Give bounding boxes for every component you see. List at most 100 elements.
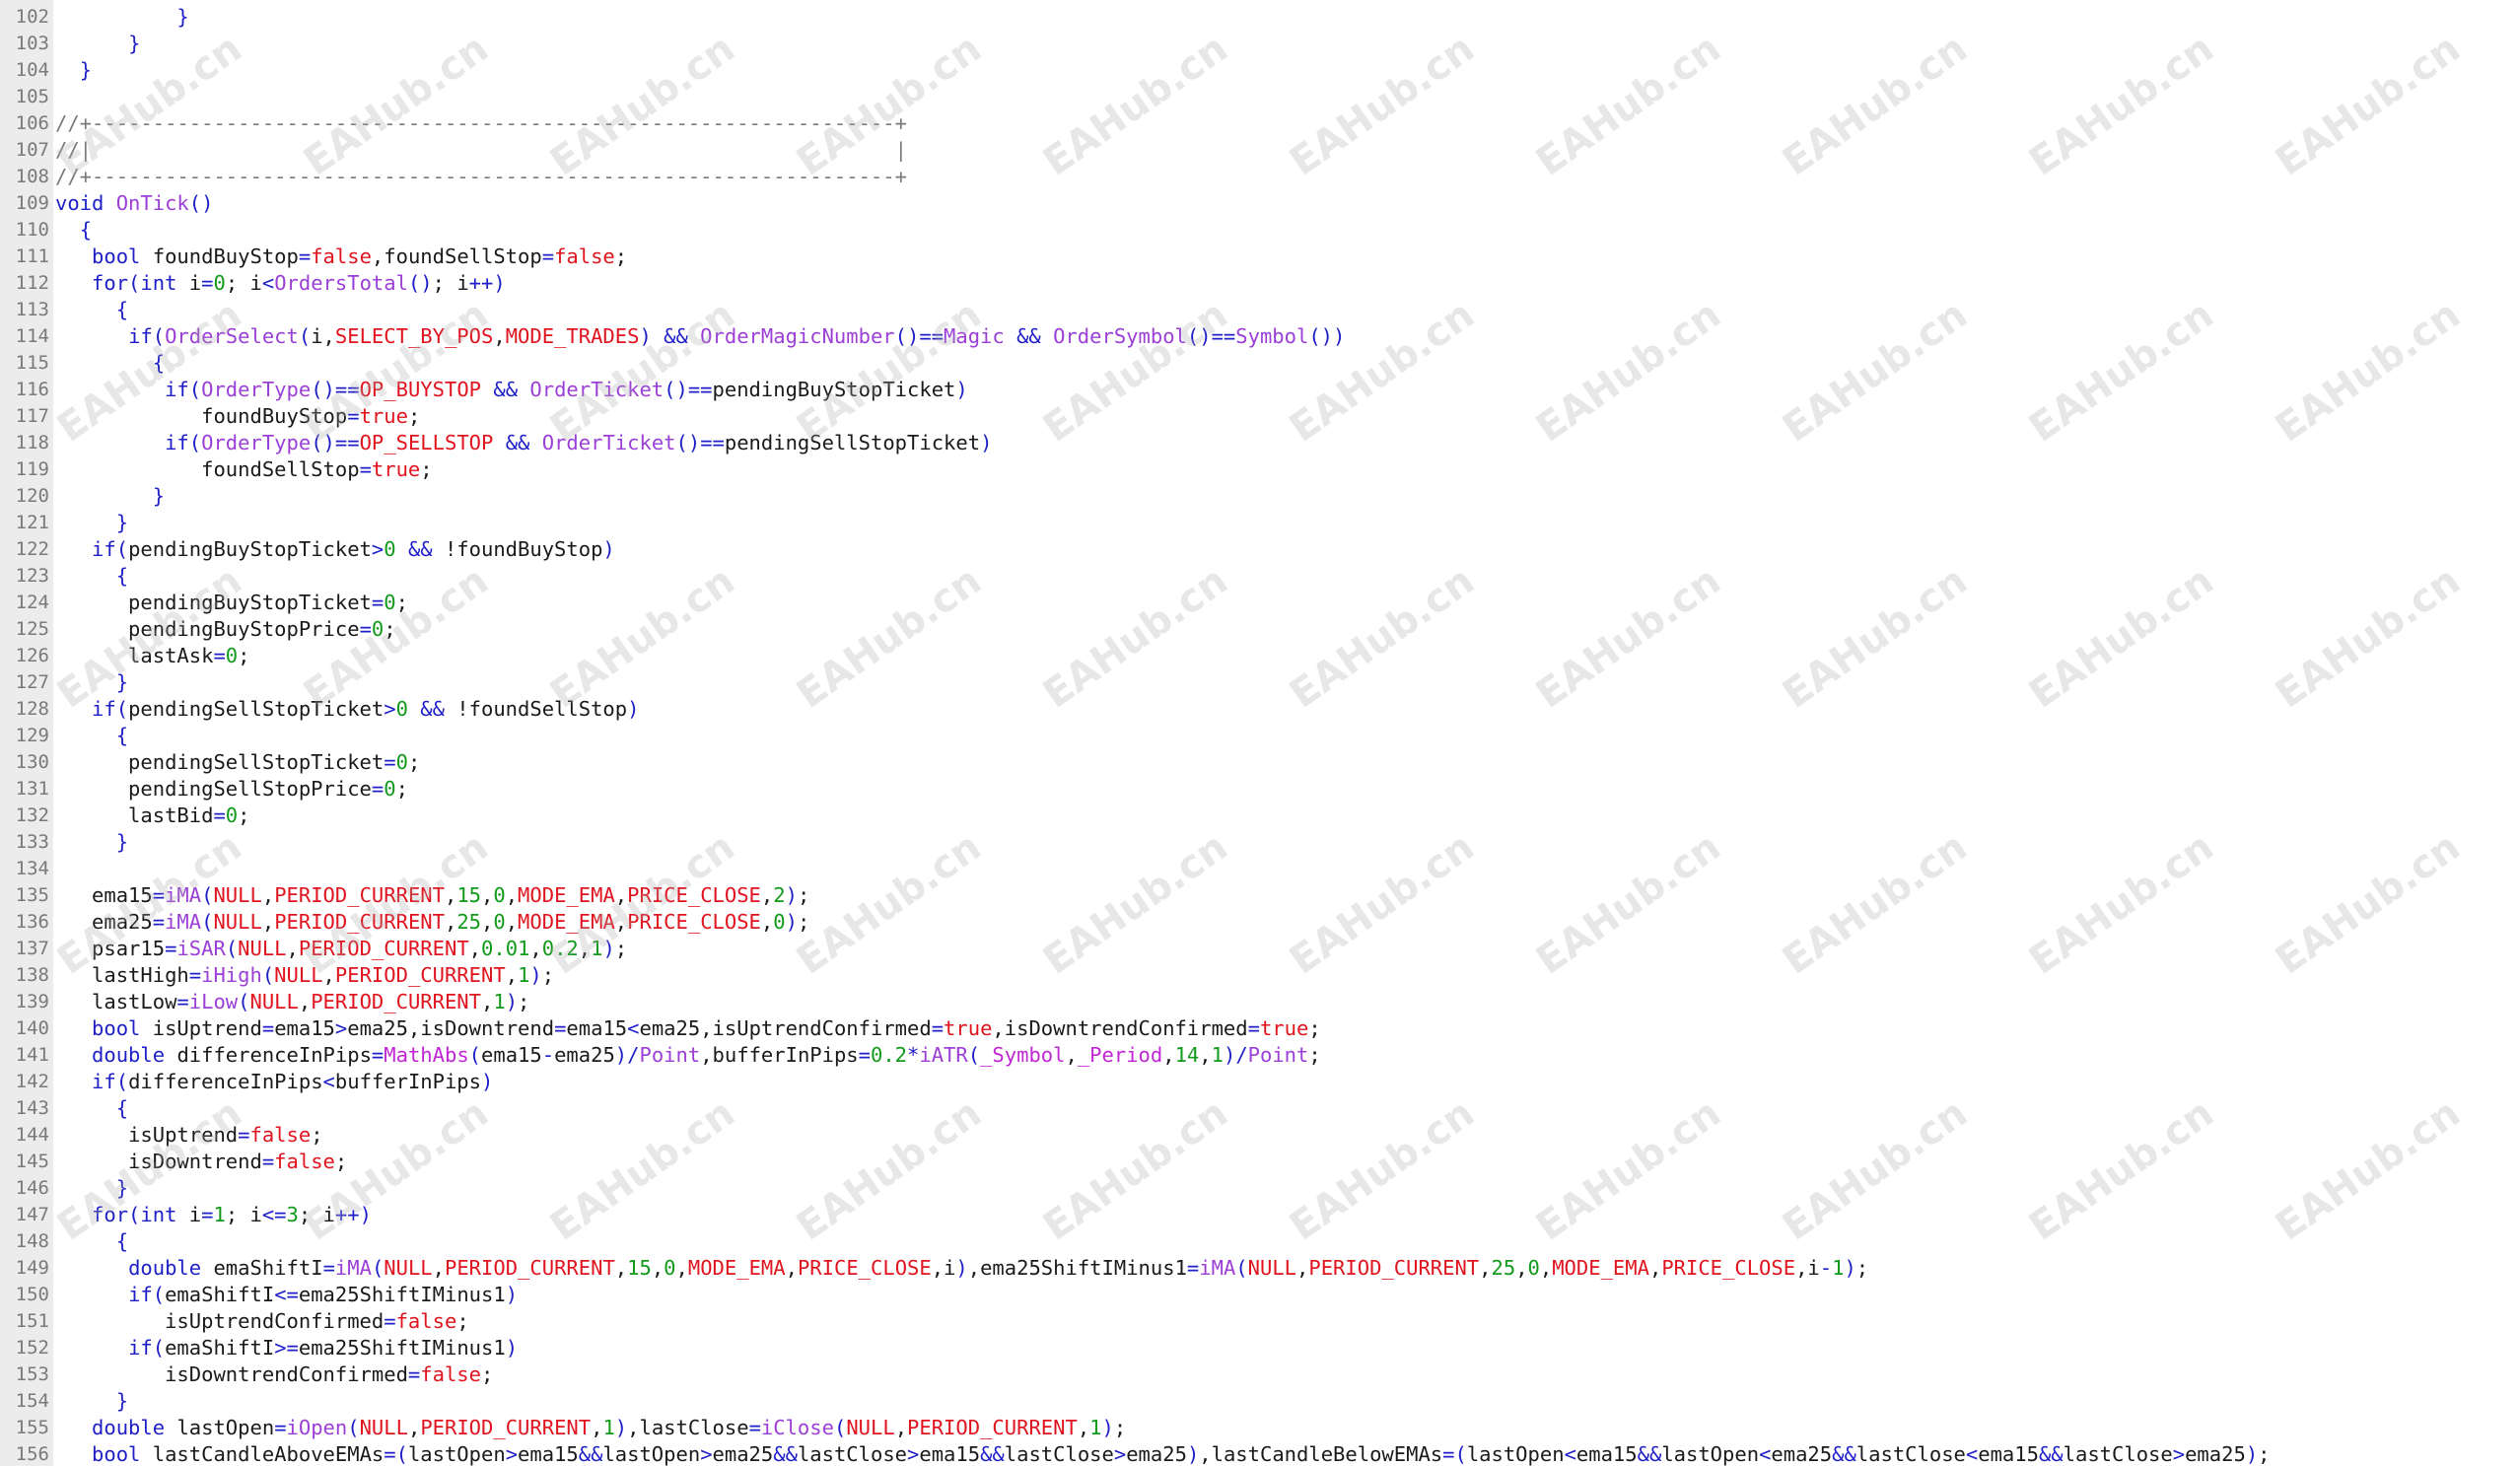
line-number: 106 xyxy=(15,112,49,134)
code-token: 15 xyxy=(627,1256,652,1280)
code-line[interactable]: 108 //+----------------------------------… xyxy=(0,164,2520,190)
code-line[interactable]: 103 } xyxy=(0,31,2520,57)
code-line[interactable]: 110 { xyxy=(0,217,2520,244)
code-line[interactable]: 150 if(emaShiftI<=ema25ShiftIMinus1) xyxy=(0,1282,2520,1308)
code-line[interactable]: 105 xyxy=(0,84,2520,110)
code-line[interactable]: 129 { xyxy=(0,723,2520,749)
code-token: ,foundSellStop xyxy=(371,244,542,268)
code-text: if(emaShiftI>=ema25ShiftIMinus1) xyxy=(53,1335,518,1361)
code-token: iMA xyxy=(165,883,202,907)
code-line[interactable]: 128 if(pendingSellStopTicket>0 && !found… xyxy=(0,696,2520,723)
line-number: 105 xyxy=(15,86,49,107)
code-token: ema15 xyxy=(919,1442,981,1466)
code-token: OrderTicket xyxy=(541,431,676,454)
code-line[interactable]: 104 } xyxy=(0,57,2520,84)
code-line[interactable]: 137 psar15=iSAR(NULL,PERIOD_CURRENT,0.01… xyxy=(0,936,2520,962)
code-line[interactable]: 149 double emaShiftI=iMA(NULL,PERIOD_CUR… xyxy=(0,1255,2520,1282)
code-token: true xyxy=(944,1016,993,1040)
code-token: = xyxy=(238,1123,250,1147)
code-token: < xyxy=(1759,1442,1772,1466)
code-token: Point xyxy=(639,1043,701,1067)
code-token: PERIOD_CURRENT xyxy=(274,883,445,907)
code-line[interactable]: 141 double differenceInPips=MathAbs(ema1… xyxy=(0,1042,2520,1069)
code-line[interactable]: 117 foundBuyStop=true; xyxy=(0,403,2520,430)
code-token: if( xyxy=(92,1070,129,1093)
code-token: if( xyxy=(165,378,202,401)
code-line[interactable]: 147 for(int i=1; i<=3; i++) xyxy=(0,1202,2520,1228)
code-token: ( xyxy=(371,1256,385,1280)
code-line[interactable]: 120 } xyxy=(0,483,2520,510)
code-line[interactable]: 124 pendingBuyStopTicket=0; xyxy=(0,590,2520,616)
code-token: ) xyxy=(955,378,968,401)
code-line[interactable]: 112 for(int i=0; i<OrdersTotal(); i++) xyxy=(0,270,2520,297)
line-number: 136 xyxy=(15,911,49,933)
code-line[interactable]: 113 { xyxy=(0,297,2520,323)
code-line[interactable]: 148 { xyxy=(0,1228,2520,1255)
code-line[interactable]: 122 if(pendingBuyStopTicket>0 && !foundB… xyxy=(0,536,2520,563)
code-line[interactable]: 134 xyxy=(0,856,2520,882)
line-number: 110 xyxy=(15,219,49,241)
code-token: if( xyxy=(128,1283,166,1306)
code-token: ema25 xyxy=(2185,1442,2246,1466)
code-line[interactable]: 123 { xyxy=(0,563,2520,590)
code-line[interactable]: 138 lastHigh=iHigh(NULL,PERIOD_CURRENT,1… xyxy=(0,962,2520,989)
code-line[interactable]: 151 isUptrendConfirmed=false; xyxy=(0,1308,2520,1335)
code-line[interactable]: 127 } xyxy=(0,669,2520,696)
code-view[interactable]: 102 } 103 } 104 } 105 106//+----------------… xyxy=(0,0,2520,1466)
code-token: ) xyxy=(785,883,798,907)
code-line[interactable]: 139 lastLow=iLow(NULL,PERIOD_CURRENT,1); xyxy=(0,989,2520,1015)
code-token: && xyxy=(1832,1442,1856,1466)
code-token: OrdersTotal xyxy=(274,271,408,295)
code-line[interactable]: 152 if(emaShiftI>=ema25ShiftIMinus1) xyxy=(0,1335,2520,1361)
code-line[interactable]: 143 { xyxy=(0,1095,2520,1122)
code-line[interactable]: 146 } xyxy=(0,1175,2520,1202)
code-line[interactable]: 154 } xyxy=(0,1388,2520,1415)
code-token: () xyxy=(311,431,335,454)
code-token: = xyxy=(371,591,385,614)
code-token: PERIOD_CURRENT xyxy=(274,910,445,934)
code-line[interactable]: 125 pendingBuyStopPrice=0; xyxy=(0,616,2520,643)
code-token: ; xyxy=(2258,1442,2271,1466)
code-line[interactable]: 115 { xyxy=(0,350,2520,377)
code-line[interactable]: 142 if(differenceInPips<bufferInPips) xyxy=(0,1069,2520,1095)
code-line[interactable]: 145 isDowntrend=false; xyxy=(0,1149,2520,1175)
code-line[interactable]: 114 if(OrderSelect(i,SELECT_BY_POS,MODE_… xyxy=(0,323,2520,350)
code-line[interactable]: 111 bool foundBuyStop=false,foundSellSto… xyxy=(0,244,2520,270)
code-token: && xyxy=(773,1442,798,1466)
code-line[interactable]: 144 isUptrend=false; xyxy=(0,1122,2520,1149)
code-line[interactable]: 119 foundSellStop=true; xyxy=(0,456,2520,483)
code-token: ; xyxy=(395,777,408,801)
code-line[interactable]: 153 isDowntrendConfirmed=false; xyxy=(0,1361,2520,1388)
code-line[interactable]: 126 lastAsk=0; xyxy=(0,643,2520,669)
code-line[interactable]: 116 if(OrderType()==OP_BUYSTOP && OrderT… xyxy=(0,377,2520,403)
code-token: PERIOD_CURRENT xyxy=(334,963,506,987)
code-line[interactable]: 107 //| | xyxy=(0,137,2520,164)
code-token: { xyxy=(152,351,166,375)
code-line[interactable]: 102 } xyxy=(0,4,2520,31)
code-line[interactable]: 121 } xyxy=(0,510,2520,536)
code-line[interactable]: 132 lastBid=0; xyxy=(0,803,2520,829)
code-token: Symbol xyxy=(1235,324,1309,348)
code-line[interactable]: 131 pendingSellStopPrice=0; xyxy=(0,776,2520,803)
code-line[interactable]: 140 bool isUptrend=ema15>ema25,isDowntre… xyxy=(0,1015,2520,1042)
code-line[interactable]: 136 ema25=iMA(NULL,PERIOD_CURRENT,25,0,M… xyxy=(0,909,2520,936)
code-line[interactable]: 156 bool lastCandleAboveEMAs=(lastOpen>e… xyxy=(0,1441,2520,1466)
code-token: ; xyxy=(1308,1016,1321,1040)
code-line[interactable]: 106 //+----------------------------------… xyxy=(0,110,2520,137)
code-line[interactable]: 130 pendingSellStopTicket=0; xyxy=(0,749,2520,776)
code-line[interactable]: 109 void OnTick() xyxy=(0,190,2520,217)
code-line[interactable]: 135 ema15=iMA(NULL,PERIOD_CURRENT,15,0,M… xyxy=(0,882,2520,909)
code-line[interactable]: 155 double lastOpen=iOpen(NULL,PERIOD_CU… xyxy=(0,1415,2520,1441)
code-token: = xyxy=(261,1150,275,1173)
code-token: NULL xyxy=(359,1416,408,1439)
code-line[interactable]: 118 if(OrderType()==OP_SELLSTOP && Order… xyxy=(0,430,2520,456)
line-number: 154 xyxy=(15,1390,49,1412)
code-editor[interactable]: 102 } 103 } 104 } 105 106//+----------------… xyxy=(0,0,2520,1466)
code-line[interactable]: 133 } xyxy=(0,829,2520,856)
